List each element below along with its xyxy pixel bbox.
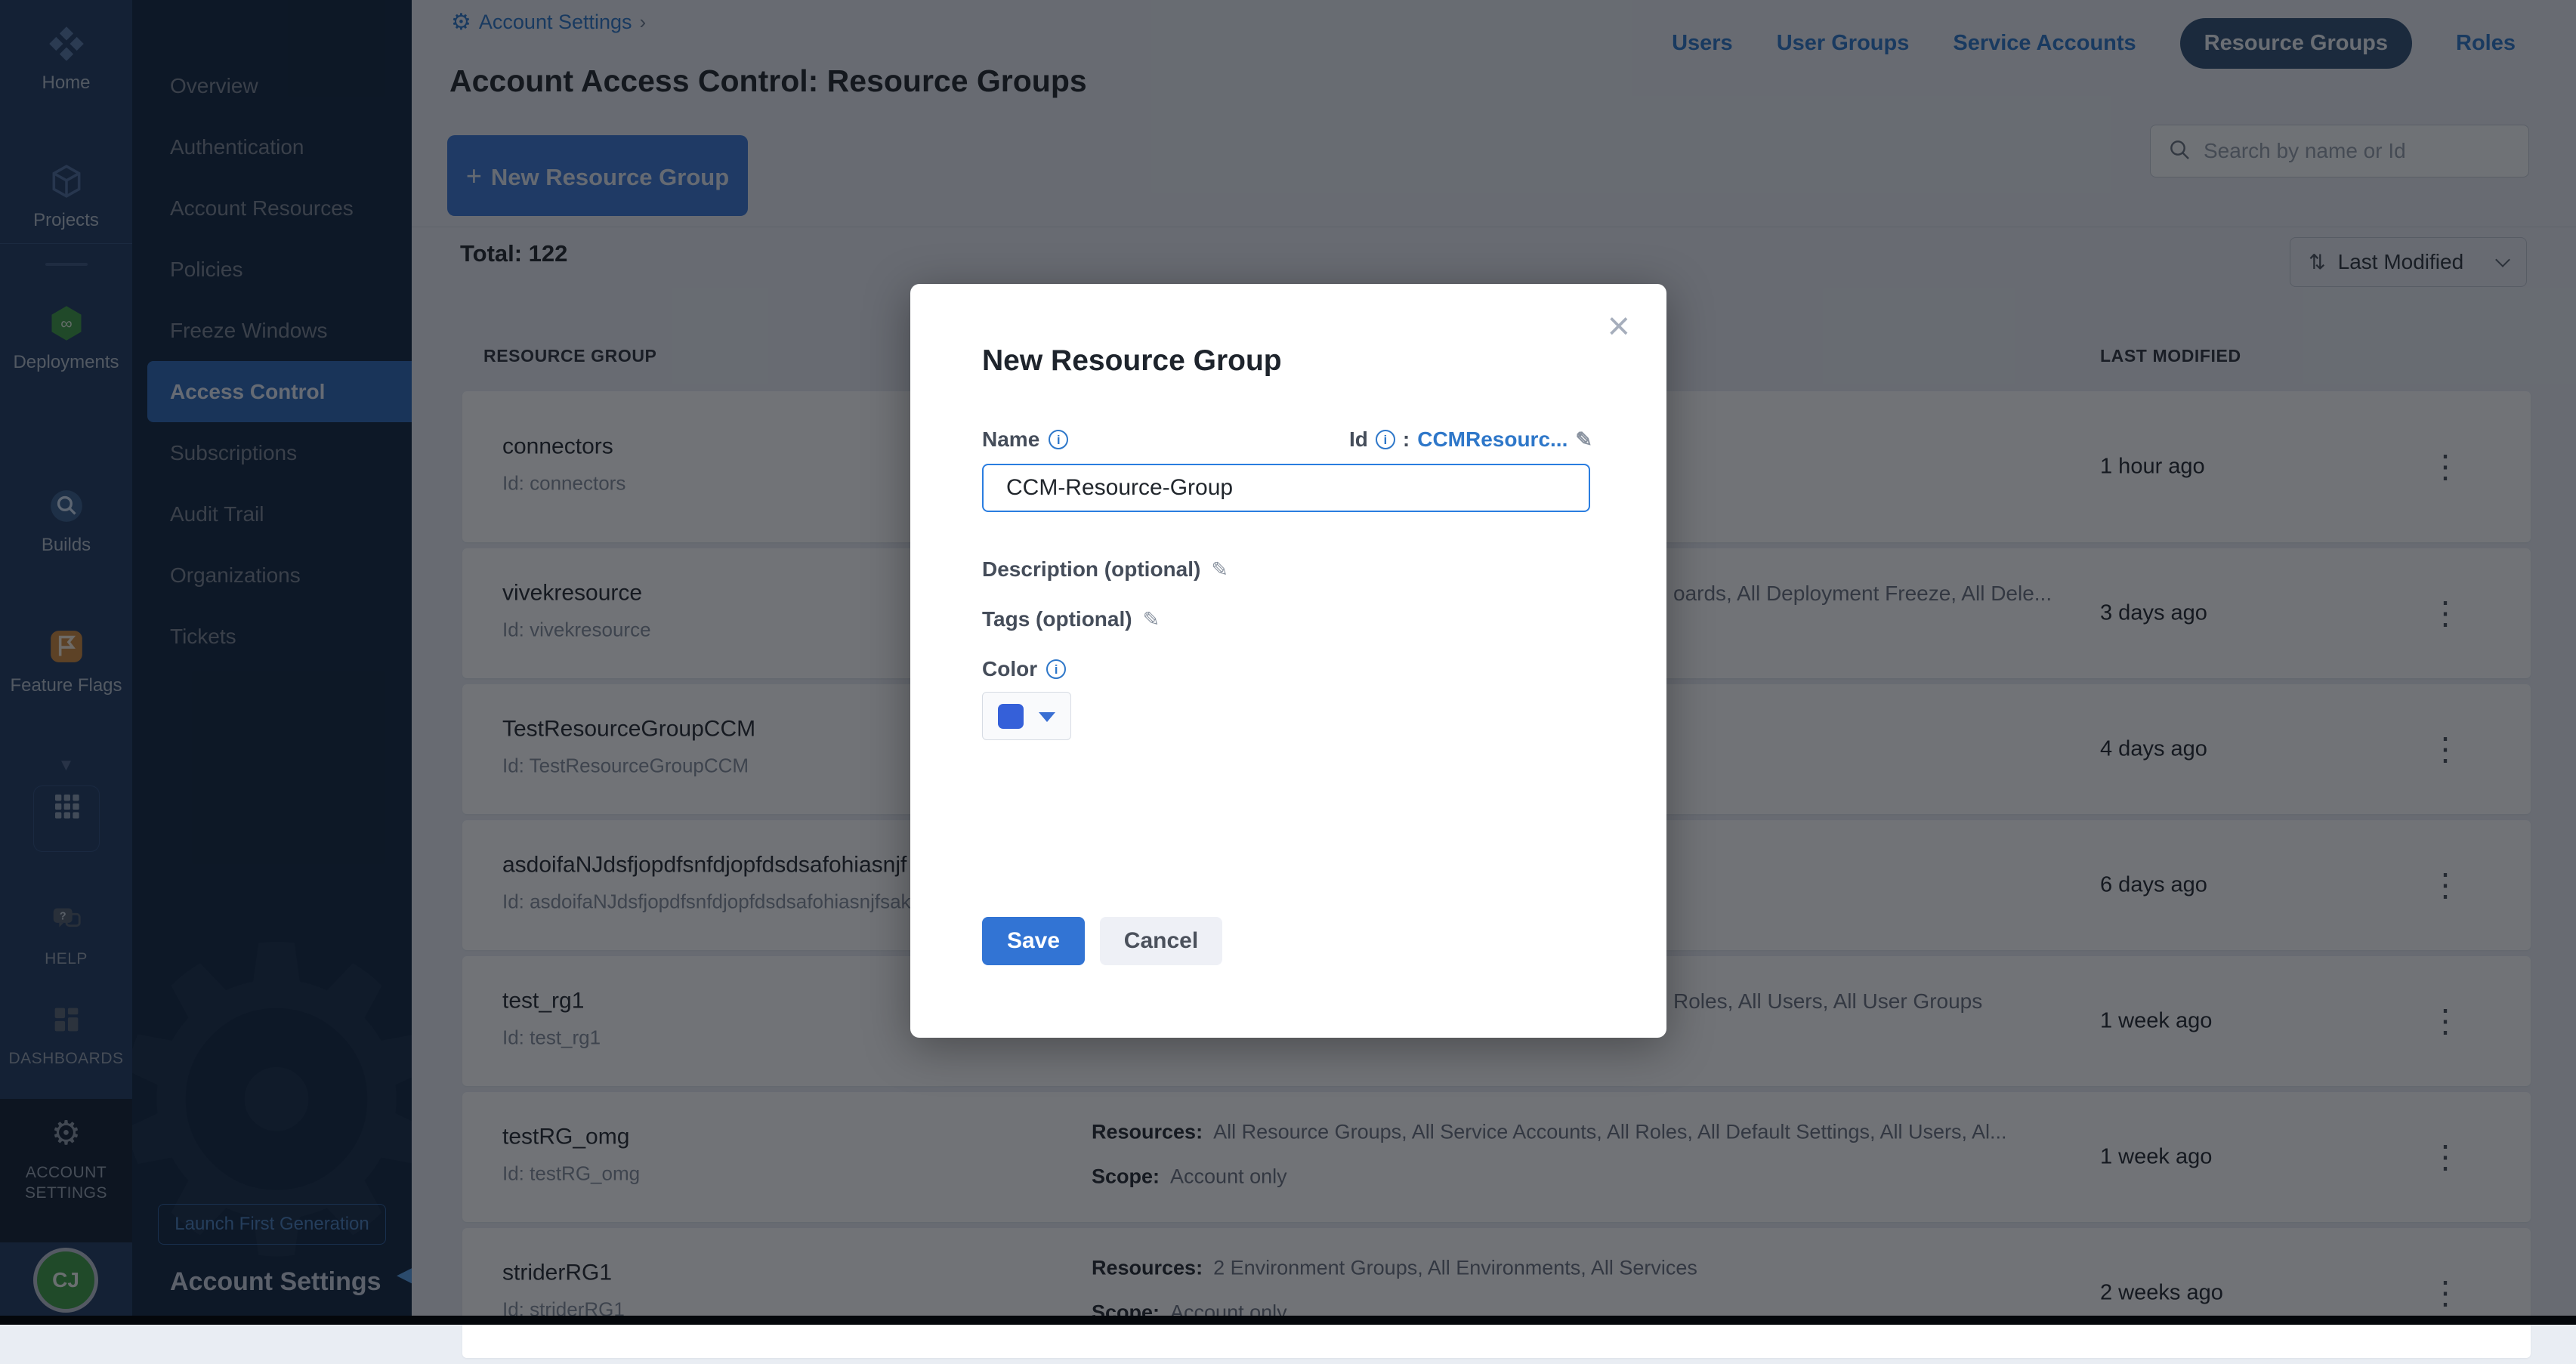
- tags-label: Tags (optional): [982, 607, 1132, 631]
- color-swatch: [998, 704, 1024, 729]
- save-button[interactable]: Save: [982, 917, 1085, 965]
- color-label: Color i: [982, 657, 1066, 681]
- id-value-link[interactable]: CCMResourc...: [1417, 427, 1568, 452]
- name-label: Name i: [982, 427, 1068, 452]
- bottom-edge-bar: [0, 1316, 2576, 1325]
- description-label: Description (optional): [982, 557, 1200, 582]
- chevron-down-icon: [1039, 712, 1055, 722]
- color-picker-button[interactable]: [982, 692, 1071, 740]
- edit-id-icon[interactable]: ✎: [1575, 428, 1592, 452]
- id-separator: :: [1403, 427, 1410, 452]
- info-icon[interactable]: i: [1049, 430, 1068, 449]
- info-icon[interactable]: i: [1046, 659, 1066, 679]
- modal-title: New Resource Group: [982, 344, 1282, 378]
- cancel-button[interactable]: Cancel: [1100, 917, 1222, 965]
- info-icon[interactable]: i: [1376, 430, 1395, 449]
- name-field[interactable]: [982, 464, 1590, 512]
- edit-description-icon[interactable]: ✎: [1211, 558, 1228, 582]
- close-icon[interactable]: ×: [1608, 307, 1630, 346]
- id-label: Id: [1349, 427, 1368, 452]
- id-row: Id i : CCMResourc... ✎: [1349, 427, 1592, 452]
- new-resource-group-modal: × New Resource Group Name i Id i : CCMRe…: [910, 284, 1666, 1038]
- edit-tags-icon[interactable]: ✎: [1143, 608, 1160, 631]
